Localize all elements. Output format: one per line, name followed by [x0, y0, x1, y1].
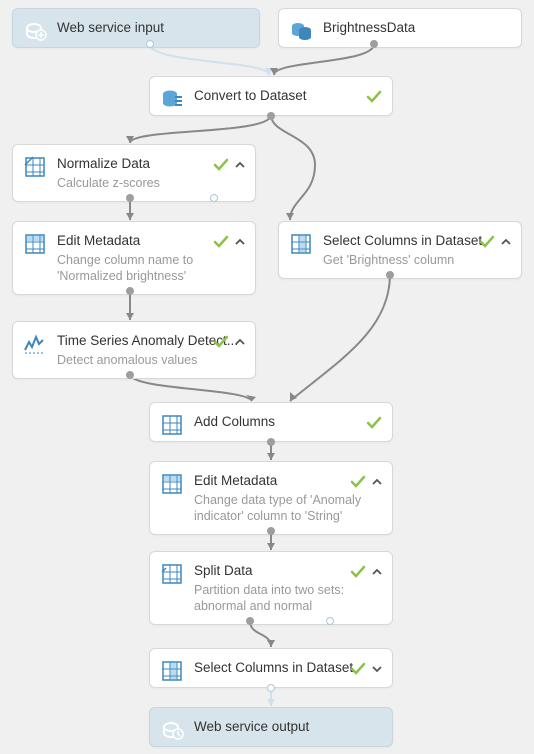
node-title: Web service input: [57, 19, 247, 37]
select-columns-icon: [160, 659, 184, 683]
node-subtitle: Get 'Brightness' column: [323, 252, 509, 268]
output-port[interactable]: [126, 194, 134, 202]
node-subtitle: Change data type of 'Anomaly indicator' …: [194, 492, 380, 524]
check-icon: [350, 564, 366, 580]
split-data-node[interactable]: Split Data Partition data into two sets:…: [149, 551, 393, 625]
node-subtitle: Change column name to 'Normalized bright…: [57, 252, 243, 284]
normalize-icon: [23, 155, 47, 179]
output-port[interactable]: [267, 684, 275, 692]
node-title: Web service output: [194, 718, 380, 736]
convert-icon: [160, 87, 184, 111]
node-subtitle: Partition data into two sets: abnormal a…: [194, 582, 380, 614]
metadata-icon: [23, 232, 47, 256]
output-port[interactable]: [370, 40, 378, 48]
edit-metadata-node[interactable]: Edit Metadata Change column name to 'Nor…: [12, 221, 256, 295]
select-columns-node[interactable]: Select Columns in Dataset Get 'Brightnes…: [278, 221, 522, 279]
node-title: Convert to Dataset: [194, 87, 380, 105]
web-service-output-node[interactable]: Web service output: [149, 707, 393, 747]
check-icon: [366, 89, 382, 105]
node-title: BrightnessData: [323, 19, 509, 37]
chevron-up-icon[interactable]: [372, 477, 382, 487]
output-port[interactable]: [126, 371, 134, 379]
chevron-up-icon[interactable]: [235, 160, 245, 170]
select-columns-node-2[interactable]: Select Columns in Dataset: [149, 648, 393, 688]
output-port[interactable]: [126, 287, 134, 295]
normalize-data-node[interactable]: Normalize Data Calculate z-scores: [12, 144, 256, 202]
input-icon: [23, 19, 47, 43]
chevron-down-icon[interactable]: [372, 664, 382, 674]
check-icon: [366, 415, 382, 431]
add-columns-icon: [160, 413, 184, 437]
chevron-up-icon[interactable]: [235, 237, 245, 247]
anomaly-detection-node[interactable]: Time Series Anomaly Detect... Detect ano…: [12, 321, 256, 379]
chevron-up-icon[interactable]: [501, 237, 511, 247]
convert-to-dataset-node[interactable]: Convert to Dataset: [149, 76, 393, 116]
check-icon: [213, 234, 229, 250]
add-columns-node[interactable]: Add Columns: [149, 402, 393, 442]
check-icon: [479, 234, 495, 250]
check-icon: [213, 157, 229, 173]
node-subtitle: Calculate z-scores: [57, 175, 243, 191]
node-title: Add Columns: [194, 413, 380, 431]
anomaly-icon: [23, 332, 47, 356]
output-port[interactable]: [386, 271, 394, 279]
output-port[interactable]: [267, 527, 275, 535]
output-port[interactable]: [146, 40, 154, 48]
chevron-up-icon[interactable]: [235, 337, 245, 347]
output-port[interactable]: [267, 112, 275, 120]
output-icon: [160, 718, 184, 742]
output-port[interactable]: [246, 617, 254, 625]
check-icon: [350, 474, 366, 490]
metadata-icon: [160, 472, 184, 496]
chevron-up-icon[interactable]: [372, 567, 382, 577]
brightness-data-node[interactable]: BrightnessData: [278, 8, 522, 48]
check-icon: [213, 334, 229, 350]
select-columns-icon: [289, 232, 313, 256]
edit-metadata-node-2[interactable]: Edit Metadata Change data type of 'Anoma…: [149, 461, 393, 535]
node-subtitle: Detect anomalous values: [57, 352, 243, 368]
web-service-input-node[interactable]: Web service input: [12, 8, 260, 48]
output-port[interactable]: [326, 617, 334, 625]
output-port[interactable]: [210, 194, 218, 202]
check-icon: [350, 661, 366, 677]
dataset-icon: [289, 19, 313, 43]
split-icon: [160, 562, 184, 586]
output-port[interactable]: [267, 438, 275, 446]
